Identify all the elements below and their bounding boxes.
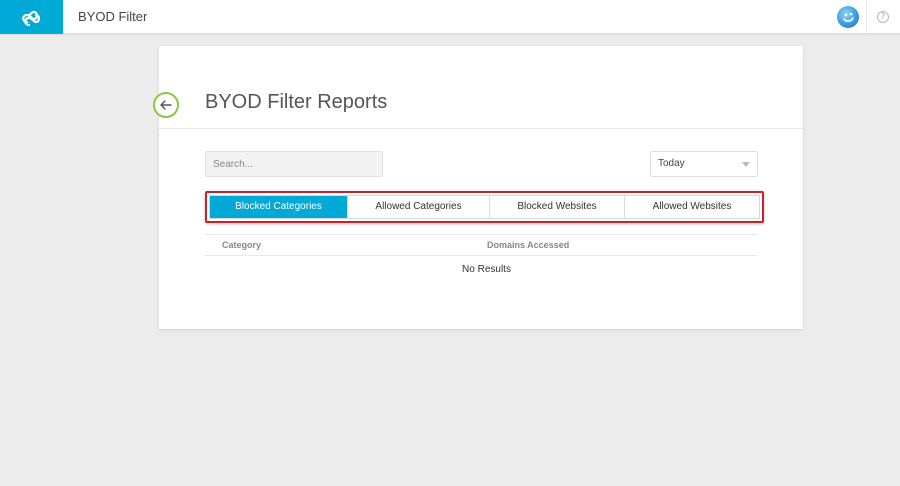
- date-range-value: Today: [658, 158, 685, 169]
- search-input[interactable]: [205, 151, 383, 177]
- arrow-left-icon: [160, 100, 172, 110]
- page-title: BYOD Filter Reports: [205, 91, 388, 113]
- back-button[interactable]: [153, 92, 179, 118]
- tab-allowed-websites[interactable]: Allowed Websites: [625, 196, 759, 218]
- tab-blocked-categories[interactable]: Blocked Categories: [210, 196, 348, 218]
- smiley-avatar-icon: [843, 12, 854, 22]
- user-avatar[interactable]: [837, 6, 859, 28]
- column-header-category[interactable]: Category: [222, 240, 261, 250]
- table-header: Category Domains Accessed: [205, 234, 757, 256]
- tabs-highlight: Blocked Categories Allowed Categories Bl…: [205, 191, 764, 223]
- app-logo[interactable]: [0, 0, 63, 34]
- help-icon[interactable]: ?: [877, 11, 889, 23]
- column-header-domains-accessed[interactable]: Domains Accessed: [487, 240, 569, 250]
- reports-card: BYOD Filter Reports Today Blocked Catego…: [153, 46, 803, 329]
- topbar-divider: [866, 0, 867, 34]
- empty-state-message: No Results: [462, 264, 511, 275]
- card-header: [159, 46, 803, 129]
- chevron-down-icon: [742, 162, 750, 167]
- tab-allowed-categories[interactable]: Allowed Categories: [348, 196, 490, 218]
- infinity-loop-logo-icon: [21, 10, 40, 27]
- app-title: BYOD Filter: [78, 9, 148, 24]
- top-bar: BYOD Filter ?: [0, 0, 900, 34]
- date-range-select[interactable]: Today: [650, 151, 758, 177]
- report-tabs: Blocked Categories Allowed Categories Bl…: [209, 195, 760, 219]
- tab-blocked-websites[interactable]: Blocked Websites: [490, 196, 625, 218]
